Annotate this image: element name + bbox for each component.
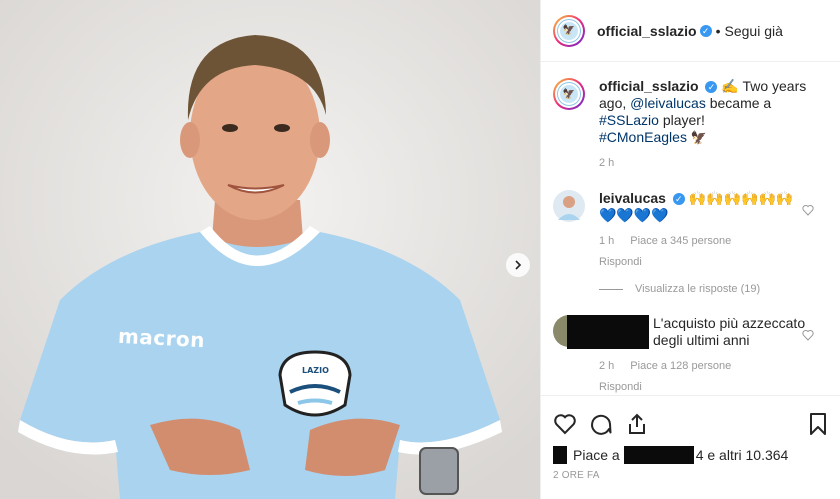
comment-item: leivalucas ✓ 🙌🙌🙌🙌🙌🙌 💙💙💙💙 1 h Piace a 345… <box>553 190 828 271</box>
caption: 🦅 official_sslazio ✓ ✍️ Two years ago, @… <box>553 78 828 172</box>
comment-meta: 1 h Piace a 345 persone <box>599 233 809 250</box>
caption-text: official_sslazio ✓ ✍️ Two years ago, @le… <box>599 78 809 172</box>
mention-link[interactable]: @leivalucas <box>630 95 706 111</box>
reply-button[interactable]: Rispondi <box>599 379 809 395</box>
eagle-crest-icon: 🦅 <box>558 83 580 105</box>
share-icon[interactable] <box>625 412 649 436</box>
caption-time[interactable]: 2 h <box>599 155 614 172</box>
chevron-right-icon <box>515 260 522 270</box>
comment-time[interactable]: 1 h <box>599 233 614 250</box>
crest-text: LAZIO <box>302 366 329 375</box>
post-photo[interactable]: macron LAZIO <box>0 0 540 499</box>
caption-text-2: became a <box>705 95 772 111</box>
post-header: 🦅 official_sslazio ✓ • Segui già <box>541 0 840 62</box>
caption-avatar[interactable]: 🦅 <box>553 78 585 110</box>
reply-button[interactable]: Rispondi <box>599 254 809 271</box>
following-button[interactable]: Segui già <box>725 23 783 39</box>
likes-prefix: Piace a <box>573 447 620 463</box>
comment-likes[interactable]: Piace a 128 persone <box>630 358 731 375</box>
post-view: macron LAZIO 🦅 official_sslazio ✓ • Segu… <box>0 0 840 499</box>
heart-icon[interactable] <box>802 329 814 341</box>
comment-text: leivalucas ✓ 🙌🙌🙌🙌🙌🙌 💙💙💙💙 1 h Piace a 345… <box>599 190 809 271</box>
like-heart-icon[interactable] <box>553 412 577 436</box>
comment-meta: 2 h Piace a 128 persone <box>599 358 809 375</box>
header-separator: • <box>715 22 721 39</box>
action-bar <box>553 404 829 444</box>
comment-time[interactable]: 2 h <box>599 358 614 375</box>
replies-divider <box>599 288 623 290</box>
avatar[interactable]: 🦅 <box>553 14 585 47</box>
caption-text-3: player! <box>658 112 705 128</box>
comment-item: L'acquisto più azzeccato degli ultimi an… <box>553 315 828 395</box>
comment-body: L'acquisto più azzeccato degli ultimi an… <box>653 315 806 348</box>
likes-summary[interactable]: Piace a 4 e altri 10.364 <box>553 446 829 464</box>
view-replies-label: Visualizza le risposte (19) <box>635 283 761 295</box>
verified-badge-icon: ✓ <box>705 81 718 94</box>
bookmark-icon[interactable] <box>807 412 829 436</box>
comment-text: L'acquisto più azzeccato degli ultimi an… <box>567 315 809 395</box>
hashtag-link-cmoneagles[interactable]: #CMonEagles <box>599 129 687 145</box>
next-photo-button[interactable] <box>506 253 530 277</box>
verified-badge-icon: ✓ <box>672 193 685 206</box>
post-actions: Piace a 4 e altri 10.364 2 ORE FA <box>541 395 840 481</box>
redacted-liker <box>623 446 694 464</box>
eagle-crest-icon: 🦅 <box>558 19 580 42</box>
comment-avatar[interactable] <box>553 190 585 222</box>
post-timestamp[interactable]: 2 ORE FA <box>553 470 829 481</box>
heart-icon[interactable] <box>802 204 814 216</box>
comment-likes[interactable]: Piace a 345 persone <box>630 233 731 250</box>
shirt-brand-text: macron <box>117 323 206 353</box>
comment-bubble-icon[interactable] <box>589 412 613 436</box>
caption-meta: 2 h <box>599 155 809 172</box>
verified-badge-icon: ✓ <box>699 24 712 37</box>
header-username[interactable]: official_sslazio <box>597 23 697 39</box>
eagle-emoji: 🦅 <box>690 130 708 145</box>
post-sidebar: 🦅 official_sslazio ✓ • Segui già 🦅 offic… <box>540 0 840 499</box>
user-avatar-icon <box>553 190 585 222</box>
redacted-avatar <box>553 446 567 464</box>
view-replies-link[interactable]: Visualizza le risposte (19) <box>599 283 828 295</box>
redacted-username <box>567 315 649 349</box>
likes-suffix: 4 e altri 10.364 <box>695 447 789 463</box>
comments-section: 🦅 official_sslazio ✓ ✍️ Two years ago, @… <box>541 62 840 395</box>
caption-username[interactable]: official_sslazio <box>599 78 699 94</box>
comment-username[interactable]: leivalucas <box>599 190 666 206</box>
hashtag-link-sslazio[interactable]: #SSLazio <box>599 112 659 128</box>
player-photo-illustration <box>0 0 540 499</box>
